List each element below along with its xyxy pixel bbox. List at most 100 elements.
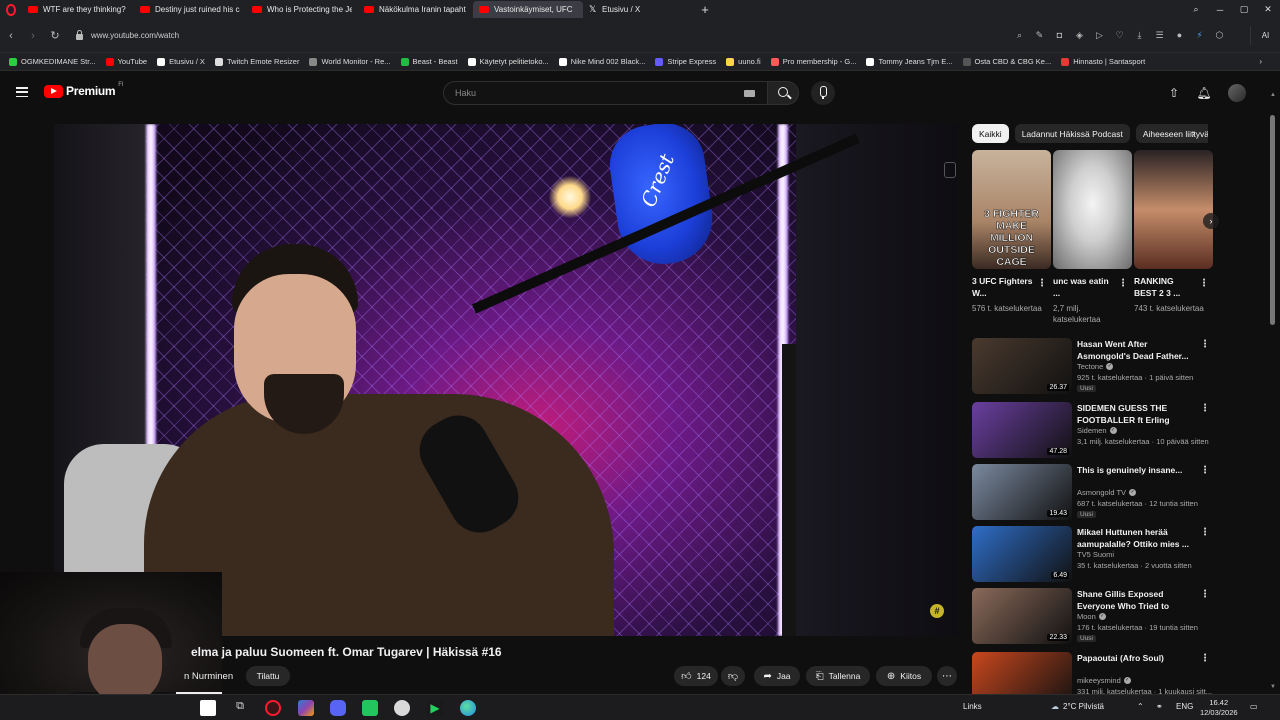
video-title[interactable]: SIDEMEN GUESS THE FOOTBALLER ft Erling H… [1077,402,1195,426]
bookmark-item[interactable]: Beast - Beast [396,57,463,66]
share-button[interactable]: ➦ Jaa [754,666,800,686]
channel-name[interactable]: n Nurminen [184,671,233,682]
more-vertical-icon[interactable]: ⋮ [1200,527,1210,538]
chip-channel[interactable]: Ladannut Häkissä Podcast [1014,124,1130,143]
more-vertical-icon[interactable]: ⋮ [1037,278,1047,289]
short-card[interactable]: RANKING BEST 2 3 ... 743 t. katselukerta… [1134,150,1213,313]
camera-icon[interactable]: ◘ [1053,29,1066,42]
thanks-button[interactable]: ⊕ Kiitos [876,666,932,686]
hamburger-menu-icon[interactable] [16,87,28,98]
video-thumbnail[interactable]: 22.33 [972,588,1072,644]
language-indicator[interactable]: ENG [1176,702,1193,711]
new-tab-button[interactable]: + [695,2,715,17]
app-icon[interactable]: ▶ [427,700,443,716]
chevron-right-icon[interactable]: › [1192,128,1195,139]
minimize-icon[interactable]: ─ [1208,5,1232,15]
browser-tab[interactable]: WTF are they thinking? - Y [22,1,134,18]
list-icon[interactable]: ☰ [1153,29,1166,42]
scrollbar[interactable] [1270,115,1275,325]
channel-name[interactable]: Asmongold TV ✓ [1077,488,1137,497]
video-title[interactable]: This is genuinely insane... [1077,464,1195,476]
heart-icon[interactable]: ♡ [1113,29,1126,42]
short-card[interactable]: 3 FIGHTER MAKE MILLION OUTSIDE CAGE 3 UF… [972,150,1051,313]
video-title[interactable]: Shane Gillis Exposed Everyone Who Tried … [1077,588,1195,612]
channel-name[interactable]: TV5 Suomi [1077,550,1114,559]
youtube-logo[interactable]: Premium FI [44,82,124,98]
task-view-icon[interactable]: ⧉ [232,700,248,716]
bookmark-item[interactable]: Etusivu / X [152,57,210,66]
more-vertical-icon[interactable]: ⋮ [1200,339,1210,350]
browser-tab-active[interactable]: Vastoinkäymiset, UFC [473,1,583,18]
bookmark-item[interactable]: Stripe Express [650,57,721,66]
bookmark-item[interactable]: Pro membership - G... [766,57,862,66]
more-vertical-icon[interactable]: ⋮ [1200,589,1210,600]
play-icon[interactable]: ▷ [1093,29,1106,42]
short-card[interactable]: unc was eatin ... 2,7 milj. katselukerta… [1053,150,1132,324]
recommended-video[interactable]: 19.43 This is genuinely insane... Asmongol… [972,464,1212,522]
cube-icon[interactable]: ⬡ [1213,29,1226,42]
url-field[interactable]: www.youtube.com/watch [76,30,179,40]
steam-icon[interactable] [394,700,410,716]
recommended-video[interactable]: 47.28 SIDEMEN GUESS THE FOOTBALLER ft Erl… [972,402,1212,460]
like-button[interactable]: 👍︎ 124 [674,666,718,686]
bookmarks-more-icon[interactable]: › [1259,57,1262,66]
profile-icon[interactable]: ● [1173,29,1186,42]
channel-name[interactable]: Tectone ✓ [1077,362,1114,371]
voice-search-button[interactable] [811,81,835,105]
links-toolbar[interactable]: Links [963,702,982,711]
discord-icon[interactable] [330,700,346,716]
channel-name[interactable]: mikeeysmind ✓ [1077,676,1131,685]
close-icon[interactable]: ✕ [1256,4,1280,15]
lens-icon[interactable]: ⌕ [1013,29,1026,42]
bookmark-item[interactable]: Käytetyt pelitietoko... [463,57,554,66]
app-icon[interactable] [362,700,378,716]
network-icon[interactable]: ⚭ [1156,702,1163,711]
app-icon[interactable] [298,700,314,716]
video-thumbnail[interactable]: 26.37 [972,338,1072,394]
bookmark-item[interactable]: OGMKEDIMANE Str... [4,57,101,66]
opera-logo-icon[interactable] [0,0,22,19]
tab-search-icon[interactable]: ⌕ [1184,4,1208,15]
ai-button[interactable]: AI [1250,26,1280,45]
browser-tab[interactable]: Who is Protecting the Jeff [246,1,358,18]
bookmark-item[interactable]: YouTube [101,57,152,66]
subscribe-button[interactable]: Tilattu [246,666,290,686]
avatar[interactable] [1228,84,1246,102]
scroll-up-icon[interactable]: ▲ [1270,92,1276,98]
bookmark-item[interactable]: Tommy Jeans Tjm E... [861,57,957,66]
save-button[interactable]: ⎗ Tallenna [806,666,870,686]
system-clock[interactable]: 16.42 12/03/2026 [1200,698,1238,718]
more-actions-button[interactable]: ⋯ [937,666,957,686]
more-vertical-icon[interactable]: ⋮ [1118,278,1128,289]
channel-watermark-icon[interactable]: # [930,604,944,618]
recommended-video[interactable]: 26.37 Hasan Went After Asmongold's Dead F… [972,338,1212,396]
short-thumbnail[interactable] [1134,150,1213,269]
scroll-down-icon[interactable]: ▼ [1270,684,1276,690]
download-icon[interactable]: ⤓ [1133,29,1146,42]
short-thumbnail[interactable]: 3 FIGHTER MAKE MILLION OUTSIDE CAGE [972,150,1051,269]
maximize-icon[interactable]: ▢ [1232,4,1256,15]
video-title[interactable]: Mikael Huttunen herää aamupalalle? Ottik… [1077,526,1195,550]
search-button[interactable] [767,81,799,105]
recommended-video[interactable]: 6.49 Mikael Huttunen herää aamupalalle? O… [972,526,1212,584]
shield-icon[interactable]: ◈ [1073,29,1086,42]
edge-icon[interactable] [460,700,476,716]
back-icon[interactable]: ‹ [0,30,22,42]
chevron-right-icon[interactable]: › [1203,213,1219,229]
video-thumbnail[interactable]: 6.49 [972,526,1072,582]
browser-tab[interactable]: 𝕏 Etusivu / X [583,1,695,18]
upload-icon[interactable]: ⇧ [1166,85,1182,101]
video-title[interactable]: Papaoutai (Afro Soul) [1077,652,1195,664]
forward-icon[interactable]: › [22,30,44,42]
more-vertical-icon[interactable]: ⋮ [1200,465,1210,476]
chip-related[interactable]: Aiheeseen liittyvät [1135,124,1208,143]
keyboard-icon[interactable] [744,90,755,97]
bookmark-item[interactable]: World Monitor - Re... [304,57,395,66]
video-thumbnail[interactable]: 19.43 [972,464,1072,520]
video-title[interactable]: Hasan Went After Asmongold's Dead Father… [1077,338,1195,362]
notifications-bell-icon[interactable]: 🔔︎ [1196,85,1212,101]
more-vertical-icon[interactable]: ⋮ [1200,403,1210,414]
notification-icon[interactable]: ▭ [1250,702,1258,711]
weather-widget[interactable]: ☁ 2°C Pilvistä [1051,702,1104,711]
short-thumbnail[interactable] [1053,150,1132,269]
